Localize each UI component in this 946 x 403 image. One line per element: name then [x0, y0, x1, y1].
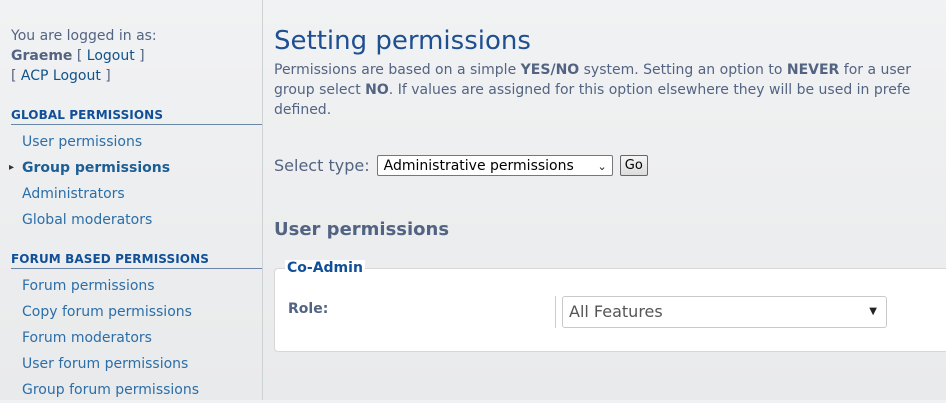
- sidebar-item-group-forum-permissions[interactable]: Group forum permissions: [11, 377, 262, 403]
- select-type-label: Select type:: [274, 156, 370, 175]
- forum-permissions-heading: FORUM BASED PERMISSIONS: [11, 252, 262, 269]
- login-prefix: You are logged in as:: [11, 28, 157, 44]
- sidebar-item-group-permissions[interactable]: ▸ Group permissions: [9, 155, 262, 181]
- permission-type-value: Administrative permissions: [383, 158, 574, 174]
- logout-link[interactable]: Logout: [87, 48, 135, 64]
- menu-item-label: Global moderators: [22, 212, 153, 228]
- menu-item-label: Administrators: [22, 186, 125, 202]
- sidebar-item-user-permissions[interactable]: User permissions: [11, 129, 262, 155]
- intro-never: NEVER: [786, 62, 840, 78]
- intro-text-part: defined.: [274, 102, 332, 118]
- divider: [555, 296, 556, 328]
- group-fieldset: Co-Admin Role: All Features ▼: [274, 260, 946, 352]
- role-label: Role:: [288, 301, 329, 317]
- intro-no: NO: [555, 62, 580, 78]
- global-permissions-menu: GLOBAL PERMISSIONS User permissions ▸ Gro…: [9, 108, 262, 233]
- login-info: You are logged in as: Graeme [ Logout ] …: [11, 28, 157, 84]
- go-button[interactable]: Go: [619, 155, 648, 176]
- sidebar-item-user-forum-permissions[interactable]: User forum permissions: [11, 351, 262, 377]
- sidebar-item-administrators[interactable]: Administrators: [11, 181, 262, 207]
- menu-item-label: Copy forum permissions: [22, 304, 192, 320]
- sidebar-item-forum-moderators[interactable]: Forum moderators: [11, 325, 262, 351]
- intro-text-part: Permissions are based on a simple: [274, 62, 521, 78]
- page-title: Setting permissions: [274, 26, 531, 56]
- acp-logout-link[interactable]: ACP Logout: [21, 68, 101, 84]
- menu-item-label: Forum permissions: [22, 278, 155, 294]
- sidebar: You are logged in as: Graeme [ Logout ] …: [0, 0, 263, 400]
- intro-text-part: system. Setting an option to: [579, 62, 787, 78]
- intro-text-part: group select: [274, 82, 366, 98]
- group-legend: Co-Admin: [285, 260, 365, 276]
- menu-item-label: Group forum permissions: [22, 382, 200, 398]
- role-select-value: All Features: [569, 302, 663, 321]
- intro-text-part: for a user: [839, 62, 912, 78]
- menu-item-label: Forum moderators: [22, 330, 152, 346]
- sidebar-item-global-moderators[interactable]: Global moderators: [11, 207, 262, 233]
- active-marker-icon: ▸: [9, 162, 15, 173]
- section-title: User permissions: [274, 219, 450, 240]
- chevron-down-icon: ⌄: [597, 160, 607, 173]
- intro-text-part: . If values are assigned for this option…: [388, 82, 911, 98]
- menu-item-label: Group permissions: [22, 160, 171, 176]
- permission-type-select[interactable]: Administrative permissions ⌄: [376, 155, 613, 176]
- menu-item-label: User forum permissions: [22, 356, 189, 372]
- username: Graeme: [11, 48, 73, 64]
- forum-permissions-menu: FORUM BASED PERMISSIONS Forum permission…: [11, 252, 262, 403]
- role-select[interactable]: All Features ▼: [562, 296, 887, 328]
- intro-yes: YES: [520, 62, 551, 78]
- intro-no: NO: [365, 82, 389, 98]
- chevron-updown-icon: ▼: [869, 306, 877, 317]
- menu-item-label: User permissions: [22, 134, 143, 150]
- intro-text: Permissions are based on a simple YES/NO…: [274, 60, 946, 120]
- global-permissions-heading: GLOBAL PERMISSIONS: [11, 108, 262, 125]
- select-type-row: Select type: Administrative permissions …: [274, 155, 648, 176]
- sidebar-item-copy-forum-permissions[interactable]: Copy forum permissions: [11, 299, 262, 325]
- sidebar-item-forum-permissions[interactable]: Forum permissions: [11, 273, 262, 299]
